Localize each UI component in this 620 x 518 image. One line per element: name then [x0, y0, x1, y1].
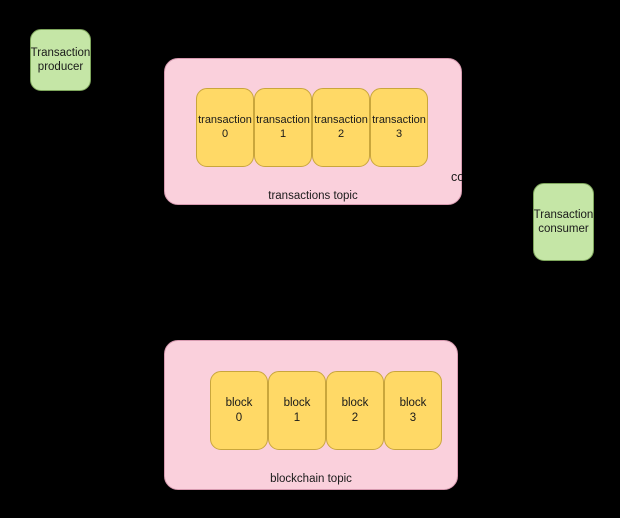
block-record-0-text: block 0	[226, 396, 253, 425]
diagram-canvas: Transaction producer Transaction consume…	[0, 0, 620, 518]
block-record-1-text: block 1	[284, 396, 311, 425]
transaction-record-0-text: transaction 0	[198, 114, 252, 142]
transaction-2-line1: transaction	[314, 113, 368, 126]
transaction-2-line2: 2	[337, 127, 345, 140]
block-3-line1: block	[399, 397, 427, 410]
transaction-record-0: transaction 0	[196, 88, 254, 167]
transaction-consumer-label: Transaction consumer	[534, 208, 594, 236]
consumer-label-line2: consumer	[538, 223, 589, 235]
block-record-3: block 3	[384, 371, 442, 450]
producer-label-line1: Transaction	[30, 46, 91, 59]
transaction-record-1: transaction 1	[254, 88, 312, 167]
transaction-producer-node: Transaction producer	[30, 29, 91, 91]
block-record-3-text: block 3	[400, 396, 427, 425]
transaction-consumer-node: Transaction consumer	[533, 183, 594, 261]
transaction-0-line2: 0	[221, 127, 229, 140]
block-1-line1: block	[283, 397, 311, 410]
transaction-record-2: transaction 2	[312, 88, 370, 167]
blockchain-topic-label: blockchain topic	[270, 473, 352, 485]
block-1-line2: 1	[293, 411, 301, 424]
transaction-record-3: transaction 3	[370, 88, 428, 167]
consumer-label-line1: Transaction	[533, 208, 594, 221]
block-record-0: block 0	[210, 371, 268, 450]
block-record-2: block 2	[326, 371, 384, 450]
transactions-topic-label: transactions topic	[268, 190, 358, 202]
block-2-line1: block	[341, 397, 369, 410]
block-3-line2: 3	[409, 411, 417, 424]
transaction-1-line2: 1	[279, 127, 287, 140]
transaction-1-line1: transaction	[256, 113, 310, 126]
transaction-3-line2: 3	[395, 127, 403, 140]
transaction-3-line1: transaction	[372, 113, 426, 126]
transaction-record-1-text: transaction 1	[256, 114, 310, 142]
transaction-record-3-text: transaction 3	[372, 114, 426, 142]
transaction-0-line1: transaction	[198, 113, 252, 126]
producer-label-line2: producer	[37, 61, 84, 73]
block-0-line1: block	[225, 397, 253, 410]
block-record-2-text: block 2	[342, 396, 369, 425]
block-2-line2: 2	[351, 411, 359, 424]
render-clip-mask-below-consumer	[462, 261, 620, 518]
transaction-producer-label: Transaction producer	[31, 46, 91, 74]
transaction-record-2-text: transaction 2	[314, 114, 368, 142]
block-record-1: block 1	[268, 371, 326, 450]
block-0-line2: 0	[235, 411, 243, 424]
